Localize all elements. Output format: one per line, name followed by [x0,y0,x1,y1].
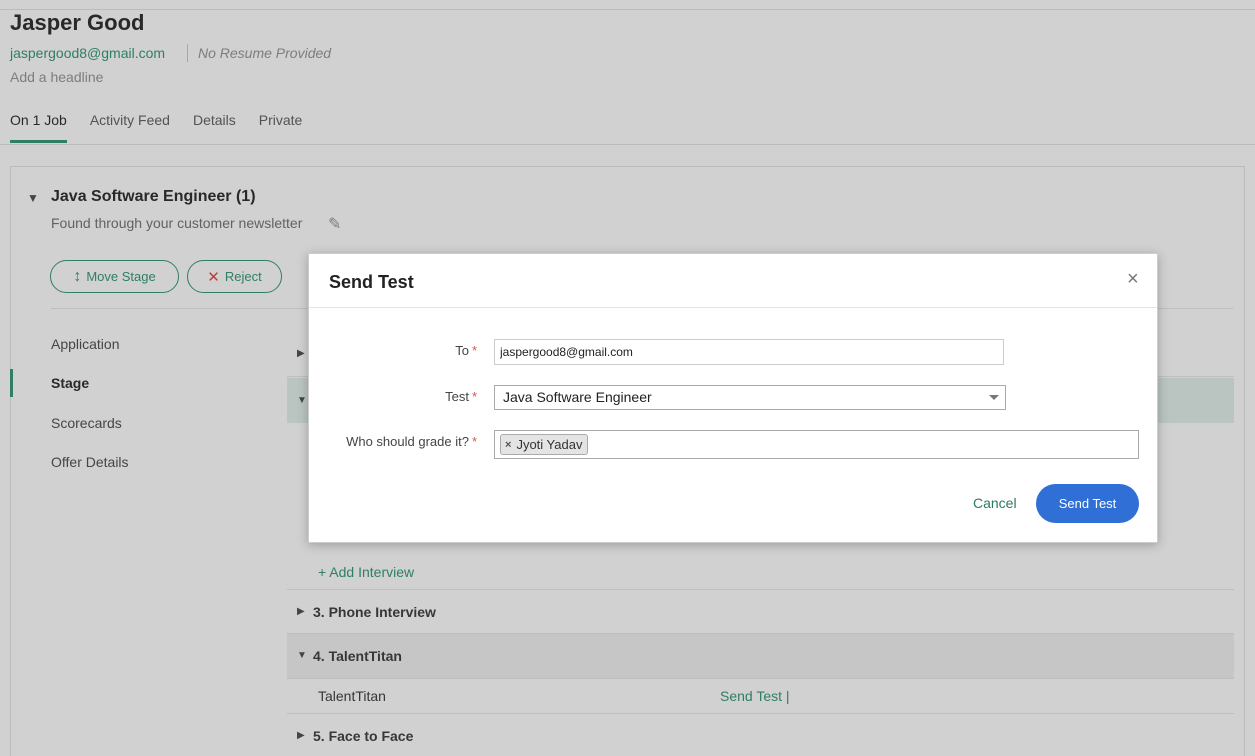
to-label-text: To [455,343,469,358]
required-mark: * [471,434,477,449]
grader-multiselect[interactable]: × Jyoti Yadav [494,430,1139,459]
test-select[interactable]: Java Software Engineer [494,385,1006,410]
cancel-button[interactable]: Cancel [973,495,1017,511]
required-mark: * [471,389,477,404]
test-label: Test * [445,389,477,404]
test-select-value: Java Software Engineer [503,389,652,405]
grader-label-text: Who should grade it? [346,434,469,449]
grader-label: Who should grade it? * [346,434,477,449]
send-test-button[interactable]: Send Test [1036,484,1139,523]
dialog-title: Send Test [329,272,414,292]
to-label: To * [455,343,477,358]
send-test-dialog: Send Test × To* Test* Java Software Engi… [308,253,1158,543]
close-icon[interactable]: × [1127,269,1139,289]
grader-tag: × Jyoti Yadav [500,434,589,455]
required-mark: * [471,343,477,358]
remove-tag-icon[interactable]: × [505,437,511,454]
test-label-text: Test [445,389,469,404]
dropdown-caret-icon [989,395,999,400]
grader-tag-label: Jyoti Yadav [516,437,583,452]
dialog-divider [309,307,1157,308]
to-email-input[interactable] [494,339,1004,365]
